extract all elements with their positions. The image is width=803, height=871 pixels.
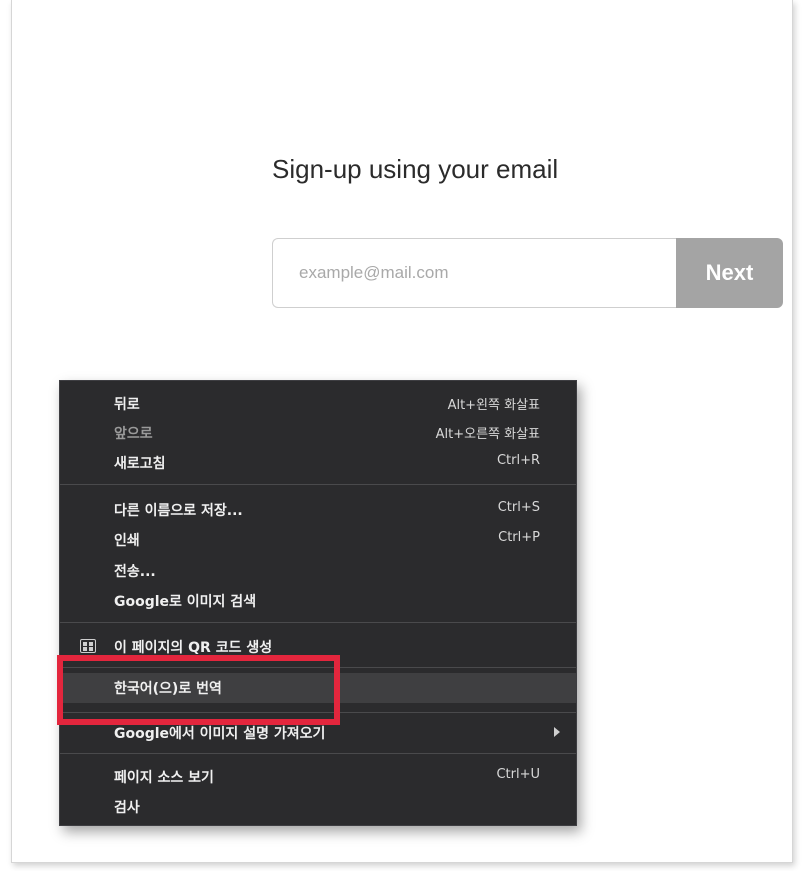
menu-item-label: 인쇄 — [114, 533, 140, 549]
email-field-wrapper — [272, 238, 676, 308]
menu-item-label: 다른 이름으로 저장... — [114, 503, 243, 519]
context-menu: 뒤로 Alt+왼쪽 화살표 앞으로 Alt+오른쪽 화살표 새로고침 Ctrl+… — [59, 380, 577, 826]
menu-item-shortcut: Ctrl+U — [496, 767, 540, 782]
qr-code-icon — [80, 639, 96, 653]
menu-item-print[interactable]: 인쇄 Ctrl+P — [60, 525, 576, 553]
menu-item-label: 검사 — [114, 800, 140, 816]
menu-separator — [60, 753, 576, 754]
menu-item-label: 앞으로 — [114, 426, 153, 442]
email-field[interactable] — [273, 239, 676, 307]
menu-item-label: 뒤로 — [114, 397, 140, 413]
submenu-arrow-icon — [554, 727, 560, 737]
menu-item-inspect[interactable]: 검사 — [60, 792, 576, 820]
menu-item-label: Google로 이미지 검색 — [114, 594, 257, 610]
highlight-box — [57, 655, 340, 725]
menu-item-view-source[interactable]: 페이지 소스 보기 Ctrl+U — [60, 762, 576, 790]
menu-item-label: Google에서 이미지 설명 가져오기 — [114, 726, 326, 742]
next-button[interactable]: Next — [676, 238, 783, 308]
menu-item-shortcut: Ctrl+R — [496, 453, 540, 468]
menu-item-back[interactable]: 뒤로 Alt+왼쪽 화살표 — [60, 389, 576, 417]
menu-item-shortcut: Ctrl+S — [497, 500, 540, 515]
signup-title: Sign-up using your email — [272, 154, 559, 184]
menu-item-save-as[interactable]: 다른 이름으로 저장... Ctrl+S — [60, 495, 576, 523]
menu-item-shortcut: Alt+오른쪽 화살표 — [435, 427, 540, 442]
menu-item-label: 전송... — [114, 564, 156, 580]
menu-item-shortcut: Ctrl+P — [498, 530, 540, 545]
menu-separator — [60, 622, 576, 623]
menu-item-label: 새로고침 — [114, 456, 166, 472]
menu-item-google-image-search[interactable]: Google로 이미지 검색 — [60, 586, 576, 614]
menu-separator — [60, 484, 576, 485]
menu-item-send[interactable]: 전송... — [60, 556, 576, 584]
menu-item-forward[interactable]: 앞으로 Alt+오른쪽 화살표 — [60, 418, 576, 446]
menu-item-shortcut: Alt+왼쪽 화살표 — [447, 398, 540, 413]
menu-item-label: 페이지 소스 보기 — [114, 770, 214, 786]
menu-item-reload[interactable]: 새로고침 Ctrl+R — [60, 448, 576, 476]
menu-item-label: 이 페이지의 QR 코드 생성 — [114, 640, 273, 656]
